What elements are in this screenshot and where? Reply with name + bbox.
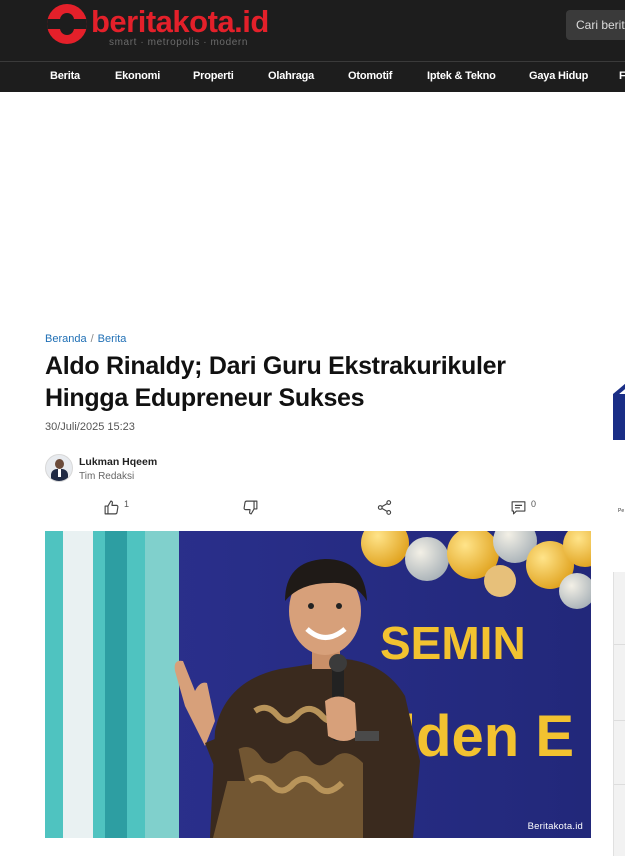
- site-logo[interactable]: beritakota.id smart · metropolis · moder…: [47, 4, 287, 48]
- photo-credit: Beritakota.id: [527, 821, 583, 832]
- article-photo[interactable]: SEMIN lden E Beritakota.id: [45, 531, 591, 838]
- like-count: 1: [124, 499, 130, 509]
- nav-item-properti[interactable]: Properti: [193, 70, 234, 82]
- author-name[interactable]: Lukman Hqeem: [79, 456, 157, 468]
- article-actions: 1 0: [45, 496, 591, 520]
- logo-tagline: smart · metropolis · modern: [109, 37, 249, 48]
- dislike-button[interactable]: [242, 496, 259, 518]
- nav-item-ekonomi[interactable]: Ekonomi: [115, 70, 160, 82]
- nav-item-gaya-hidup[interactable]: Gaya Hidup: [529, 70, 588, 82]
- nav-item-berita[interactable]: Berita: [50, 70, 80, 82]
- nav-item-otomotif[interactable]: Otomotif: [348, 70, 392, 82]
- share-button[interactable]: [376, 496, 393, 518]
- sidebar-ad-banner[interactable]: [613, 332, 625, 440]
- share-icon: [377, 499, 392, 515]
- comment-button[interactable]: 0: [510, 496, 536, 518]
- nav-item-iptek-tekno[interactable]: Iptek & Tekno: [427, 70, 496, 82]
- article-title: Aldo Rinaldy; Dari Guru Ekstrakurikuler …: [45, 352, 506, 412]
- thumbs-down-icon: [243, 500, 258, 514]
- search-input[interactable]: Cari berita: [566, 10, 625, 40]
- breadcrumb: Beranda / Berita: [45, 333, 126, 345]
- breadcrumb-home[interactable]: Beranda: [45, 333, 87, 345]
- top-header: beritakota.id smart · metropolis · moder…: [0, 0, 625, 61]
- sidebar-panel: [613, 572, 625, 856]
- banner-text-line2: lden E: [400, 704, 574, 769]
- like-button[interactable]: 1: [103, 496, 129, 518]
- sidebar-note: Pe: [618, 508, 625, 514]
- thumbs-up-icon: [104, 500, 119, 514]
- author-role: Tim Redaksi: [79, 471, 135, 482]
- logo-text: beritakota.id: [91, 4, 269, 39]
- breadcrumb-category[interactable]: Berita: [98, 333, 127, 345]
- author-avatar[interactable]: [45, 454, 73, 482]
- main-nav: Berita Ekonomi Properti Olahraga Otomoti…: [0, 61, 625, 92]
- ad-space: [0, 92, 625, 322]
- nav-item-more[interactable]: F: [619, 70, 625, 82]
- photo-illustration: SEMIN lden E: [45, 531, 591, 838]
- comment-count: 0: [531, 499, 537, 509]
- comment-icon: [511, 500, 526, 514]
- nav-item-olahraga[interactable]: Olahraga: [268, 70, 314, 82]
- banner-text-line1: SEMIN: [380, 617, 526, 669]
- breadcrumb-separator: /: [90, 333, 94, 345]
- article-date: 30/Juli/2025 15:23: [45, 421, 135, 433]
- logo-mark-icon: [47, 4, 87, 44]
